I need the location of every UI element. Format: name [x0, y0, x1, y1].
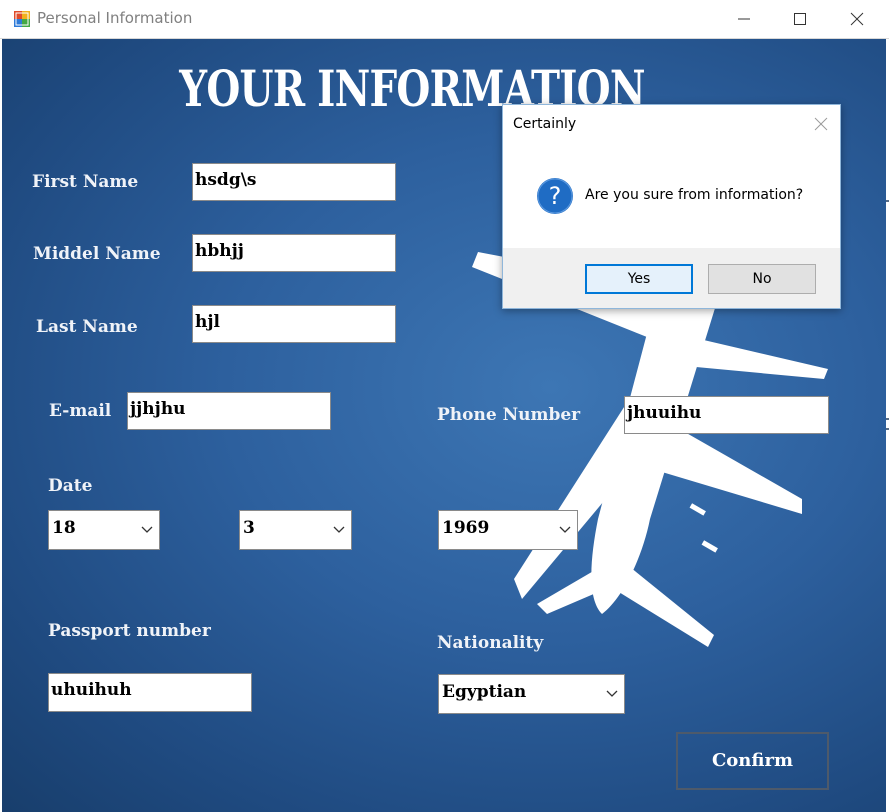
dialog-message: Are you sure from information?	[585, 187, 804, 203]
window-title: Personal Information	[37, 9, 193, 27]
day-select-value: 18	[52, 518, 76, 538]
email-field[interactable]: jjhjhu	[127, 392, 331, 430]
nationality-select[interactable]: Egyptian	[438, 674, 625, 714]
close-button[interactable]	[834, 0, 880, 38]
maximize-icon	[794, 13, 806, 25]
month-select-value: 3	[243, 518, 255, 538]
close-icon	[850, 12, 864, 26]
yes-button[interactable]: Yes	[585, 264, 693, 294]
phone-label: Phone Number	[437, 405, 581, 425]
dialog-button-bar: Yes No	[503, 248, 840, 308]
confirm-button[interactable]: Confirm	[676, 732, 829, 790]
app-icon[interactable]	[13, 10, 31, 28]
no-button[interactable]: No	[708, 264, 816, 294]
confirmation-dialog: Certainly ? Are you sure from informatio…	[502, 104, 841, 309]
nationality-select-value: Egyptian	[442, 682, 527, 702]
minimize-icon	[738, 18, 750, 20]
year-select[interactable]: 1969	[438, 510, 578, 550]
first-name-label: First Name	[32, 172, 139, 192]
chevron-down-icon	[141, 526, 153, 533]
close-icon[interactable]	[814, 117, 828, 131]
svg-text:?: ?	[549, 182, 562, 210]
last-name-label: Last Name	[36, 317, 138, 337]
dialog-title: Certainly	[513, 116, 577, 132]
year-select-value: 1969	[442, 518, 490, 538]
nationality-label: Nationality	[437, 633, 544, 653]
minimize-button[interactable]	[721, 0, 767, 38]
maximize-button[interactable]	[777, 0, 823, 38]
passport-label: Passport number	[48, 621, 211, 641]
chevron-down-icon	[559, 526, 571, 533]
chevron-down-icon	[606, 690, 618, 697]
middle-name-field[interactable]: hbhjj	[192, 234, 396, 272]
date-label: Date	[48, 476, 93, 496]
first-name-field[interactable]: hsdg\s	[192, 163, 396, 201]
chevron-down-icon	[333, 526, 345, 533]
day-select[interactable]: 18	[48, 510, 160, 550]
month-select[interactable]: 3	[239, 510, 352, 550]
email-label: E-mail	[49, 401, 112, 421]
middle-name-label: Middel Name	[33, 244, 161, 264]
question-icon: ?	[537, 178, 573, 214]
window-titlebar: Personal Information	[0, 0, 889, 39]
phone-field[interactable]: jhuuihu	[624, 396, 829, 434]
passport-field[interactable]: uhuihuh	[48, 673, 252, 712]
last-name-field[interactable]: hjl	[192, 305, 396, 343]
